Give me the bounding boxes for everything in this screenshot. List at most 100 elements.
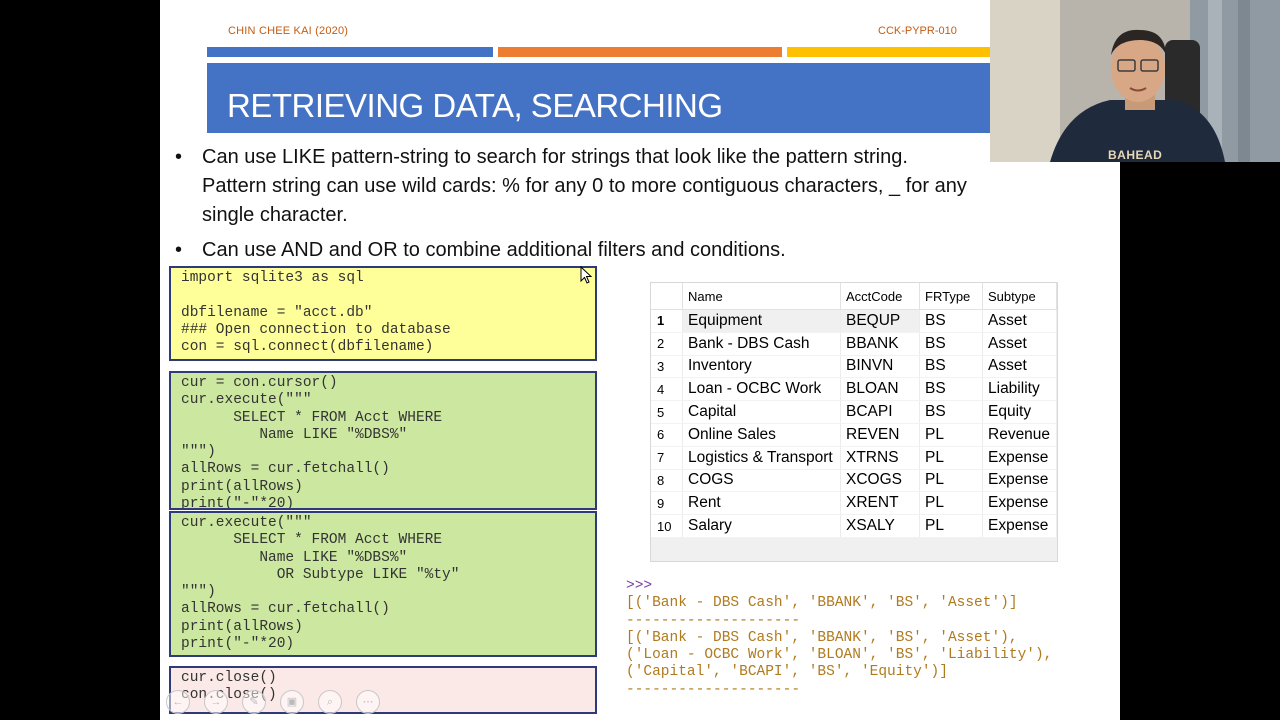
cell-name[interactable]: Online Sales [682,423,841,447]
table-header-row: Name AcctCode FRType Subtype [651,283,1057,310]
row-number: 6 [651,423,683,447]
output-line: -------------------- [626,681,801,698]
cell-subtype[interactable]: Equity [982,400,1057,424]
course-code-header: CCK-PYPR-010 [878,25,957,37]
accent-bar-yellow [787,47,997,57]
next-icon[interactable]: → [204,690,228,714]
zoom-icon[interactable]: ⌕ [318,690,342,714]
table-row[interactable]: 9 Rent XRENT PL Expense [651,491,1057,516]
cell-name[interactable]: Bank - DBS Cash [682,332,841,356]
cell-name[interactable]: Salary [682,514,841,538]
cell-name[interactable]: Loan - OCBC Work [682,377,841,402]
cell-subtype[interactable]: Revenue [982,423,1057,447]
mouse-cursor-icon [580,266,593,284]
more-icon[interactable]: ⋯ [356,690,380,714]
table-row[interactable]: 4 Loan - OCBC Work BLOAN BS Liability [651,377,1057,402]
row-number: 2 [651,332,683,356]
cell-frtype[interactable]: BS [919,355,983,379]
cell-acctcode[interactable]: XCOGS [840,469,920,493]
cell-name[interactable]: Capital [682,400,841,424]
table-row[interactable]: 6 Online Sales REVEN PL Revenue [651,423,1057,447]
output-line: -------------------- [626,612,801,629]
code-block-query-like: cur = con.cursor() cur.execute(""" SELEC… [169,371,597,510]
cell-name[interactable]: Logistics & Transport [682,446,841,470]
cell-subtype[interactable]: Liability [982,377,1057,402]
cell-acctcode[interactable]: BINVN [840,355,920,379]
pen-icon[interactable]: ✎ [242,690,266,714]
row-number: 7 [651,446,683,470]
cell-frtype[interactable]: PL [919,423,983,447]
table-row[interactable]: 10 Salary XSALY PL Expense [651,514,1057,538]
output-line: [('Bank - DBS Cash', 'BBANK', 'BS', 'Ass… [626,629,1018,646]
cell-subtype[interactable]: Expense [982,491,1057,516]
cell-acctcode[interactable]: BLOAN [840,377,920,402]
code-block-connect: import sqlite3 as sql dbfilename = "acct… [169,266,597,361]
prev-icon[interactable]: ← [166,690,190,714]
row-number: 4 [651,377,683,402]
presenter-video [990,0,1280,162]
cell-subtype[interactable]: Asset [982,309,1057,333]
cell-name[interactable]: Equipment [682,309,841,333]
acct-table-view: Name AcctCode FRType Subtype 1 Equipment… [650,282,1058,562]
cell-subtype[interactable]: Asset [982,332,1057,356]
cell-acctcode[interactable]: REVEN [840,423,920,447]
cell-acctcode[interactable]: BCAPI [840,400,920,424]
accent-bar-blue [207,47,493,57]
cell-acctcode[interactable]: XTRNS [840,446,920,470]
output-line: ('Capital', 'BCAPI', 'BS', 'Equity')] [626,664,948,681]
column-header-acctcode[interactable]: AcctCode [840,283,920,310]
output-line: ('Loan - OCBC Work', 'BLOAN', 'BS', 'Lia… [626,647,1053,664]
table-row[interactable]: 2 Bank - DBS Cash BBANK BS Asset [651,332,1057,356]
column-header-frtype[interactable]: FRType [919,283,983,310]
bullet-1-line-2: Pattern string can use wild cards: % for… [202,175,967,197]
cell-subtype[interactable]: Expense [982,514,1057,538]
table-row[interactable]: 3 Inventory BINVN BS Asset [651,355,1057,379]
shirt-print: BAHEAD [1108,148,1163,162]
row-number: 10 [651,514,683,538]
slide: CHIN CHEE KAI (2020) CCK-PYPR-010 RETRIE… [160,0,1120,720]
cell-acctcode[interactable]: XRENT [840,491,920,516]
cell-frtype[interactable]: PL [919,491,983,516]
webcam-overlay: BAHEAD [990,0,1280,162]
output-line: [('Bank - DBS Cash', 'BBANK', 'BS', 'Ass… [626,595,1018,612]
cell-acctcode[interactable]: BBANK [840,332,920,356]
bullet-2-line-1: Can use AND and OR to combine additional… [202,239,786,261]
bullet-1-line-3: single character. [202,204,348,226]
row-number: 9 [651,491,683,516]
cell-subtype[interactable]: Expense [982,469,1057,493]
cell-subtype[interactable]: Expense [982,446,1057,470]
slide-title: RETRIEVING DATA, SEARCHING [227,87,723,124]
title-banner: RETRIEVING DATA, SEARCHING [207,63,997,133]
cell-acctcode[interactable]: BEQUP [840,309,920,333]
column-header-subtype[interactable]: Subtype [982,283,1057,310]
cell-frtype[interactable]: PL [919,446,983,470]
row-number: 1 [651,309,683,333]
table-row[interactable]: 8 COGS XCOGS PL Expense [651,469,1057,493]
cell-frtype[interactable]: BS [919,332,983,356]
cell-frtype[interactable]: PL [919,514,983,538]
cell-subtype[interactable]: Asset [982,355,1057,379]
bullet-like-pattern: • Can use LIKE pattern-string to search … [175,143,1072,230]
cell-frtype[interactable]: BS [919,309,983,333]
table-row[interactable]: 1 Equipment BEQUP BS Asset [651,309,1057,333]
cell-frtype[interactable]: PL [919,469,983,493]
cell-name[interactable]: COGS [682,469,841,493]
python-output: >>> [('Bank - DBS Cash', 'BBANK', 'BS', … [626,578,1052,699]
cell-frtype[interactable]: BS [919,400,983,424]
table-row[interactable]: 5 Capital BCAPI BS Equity [651,400,1057,424]
cell-name[interactable]: Rent [682,491,841,516]
code-block-close: cur.close() con.close() [169,666,597,714]
cell-name[interactable]: Inventory [682,355,841,379]
slides-icon[interactable]: ▣ [280,690,304,714]
shell-prompt: >>> [626,578,653,594]
accent-bar-orange [498,47,782,57]
cell-frtype[interactable]: BS [919,377,983,402]
code-block-query-or: cur.execute(""" SELECT * FROM Acct WHERE… [169,511,597,657]
bullet-and-or: • Can use AND and OR to combine addition… [175,236,1072,265]
table-row[interactable]: 7 Logistics & Transport XTRNS PL Expense [651,446,1057,470]
acct-table: Name AcctCode FRType Subtype 1 Equipment… [651,283,1057,538]
cell-acctcode[interactable]: XSALY [840,514,920,538]
column-header-name[interactable]: Name [682,283,841,310]
author-header: CHIN CHEE KAI (2020) [228,25,349,37]
row-number: 8 [651,469,683,493]
